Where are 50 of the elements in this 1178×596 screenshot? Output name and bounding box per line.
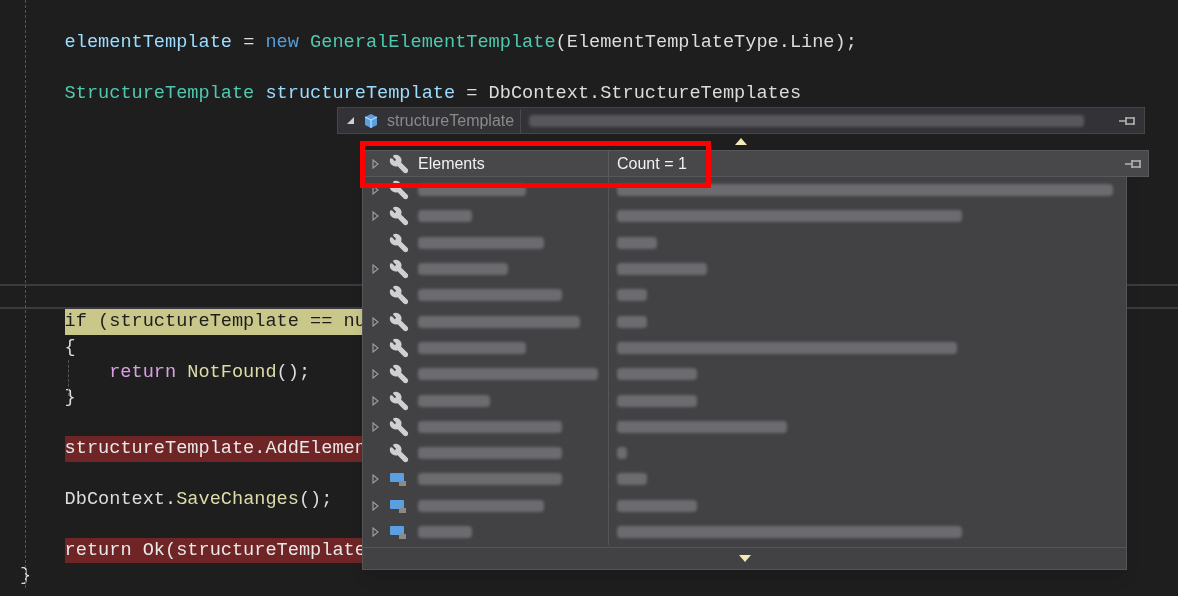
wrench-icon [389, 364, 409, 385]
field-icon [389, 470, 409, 489]
expand-arrow-icon[interactable] [372, 185, 380, 196]
wrench-icon [389, 337, 409, 358]
wrench-icon [389, 259, 409, 280]
wrench-icon [389, 416, 409, 437]
scroll-up-icon[interactable] [735, 138, 747, 145]
expand-arrow-icon[interactable] [372, 264, 380, 275]
wrench-icon [389, 232, 409, 253]
wrench-icon [389, 206, 409, 227]
wrench-icon [389, 180, 409, 201]
blurred-text [617, 236, 657, 249]
expand-arrow-icon[interactable] [372, 474, 380, 485]
expand-arrow-icon[interactable] [372, 316, 380, 327]
expand-arrow-icon[interactable] [372, 527, 380, 537]
expand-arrow-icon[interactable] [372, 395, 380, 406]
blurred-text [617, 447, 627, 460]
code-line: elementTemplate = new GeneralElementTemplate(ElementTemplateType.Line); [64, 31, 857, 55]
blurred-text [617, 473, 647, 486]
expand-arrow-icon[interactable] [372, 342, 380, 353]
code-line: StructureTemplate structureTemplate = DbContext.StructureTemplates [64, 81, 802, 106]
wrench-icon [389, 443, 409, 464]
pin-icon[interactable] [1124, 157, 1144, 170]
code-line: DbContext.SaveChanges(); [64, 488, 333, 513]
pin-icon[interactable] [1118, 114, 1138, 127]
expand-arrow-icon[interactable] [372, 421, 380, 432]
code-line: } [64, 386, 76, 411]
expand-arrow-icon[interactable] [372, 369, 380, 380]
blurred-text [418, 394, 490, 407]
wrench-icon [389, 390, 409, 411]
code-line: return NotFound(); [109, 361, 311, 386]
variable-name: structureTemplate [387, 108, 522, 133]
wrench-icon [389, 285, 409, 306]
wrench-icon [389, 311, 409, 332]
code-line: { [64, 335, 76, 360]
scroll-down-icon[interactable] [738, 555, 751, 562]
cube-icon [363, 112, 379, 129]
datatip-row[interactable]: Elements Count = 1 [363, 150, 1149, 177]
expand-arrow-icon[interactable] [372, 500, 380, 511]
blurred-text [418, 210, 472, 223]
expand-arrow-icon[interactable] [372, 211, 380, 222]
wrench-icon [389, 153, 409, 174]
expand-arrow-icon[interactable] [372, 158, 380, 169]
blurred-text [617, 289, 647, 302]
member-name: Elements [418, 153, 485, 174]
blurred-text [418, 526, 472, 538]
member-value: Count = 1 [616, 153, 687, 174]
blurred-text [617, 315, 647, 328]
collapse-arrow-icon[interactable] [346, 116, 355, 125]
field-icon [389, 523, 409, 541]
